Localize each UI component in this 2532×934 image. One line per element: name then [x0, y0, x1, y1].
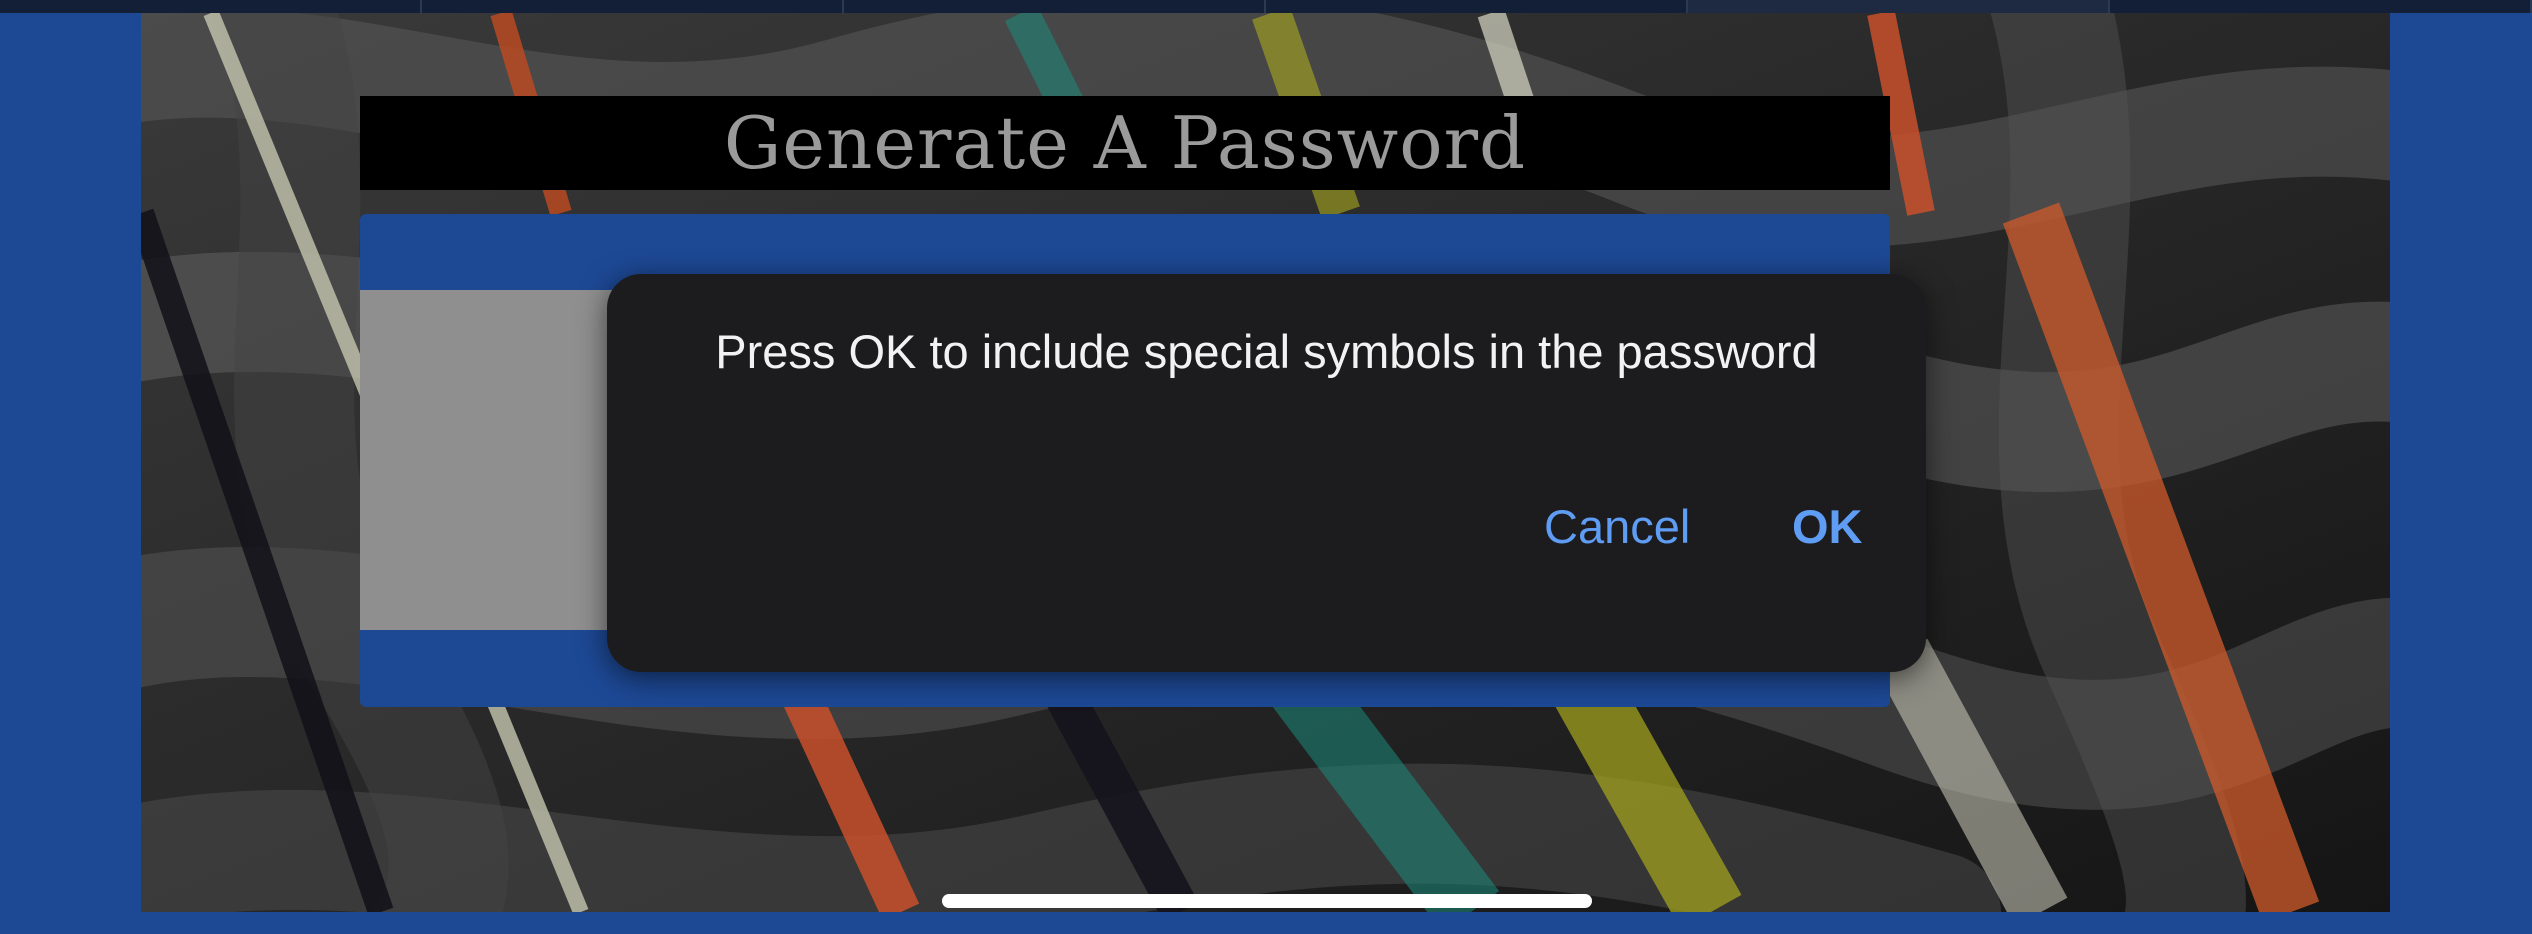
browser-tab-active[interactable] — [1688, 0, 2110, 13]
confirm-dialog: Press OK to include special symbols in t… — [607, 274, 1926, 672]
browser-tab[interactable] — [2110, 0, 2532, 13]
browser-tab-strip — [0, 0, 2532, 13]
browser-tab[interactable] — [1266, 0, 1688, 13]
browser-tab[interactable] — [844, 0, 1266, 13]
home-indicator[interactable] — [942, 894, 1592, 908]
browser-tab[interactable] — [422, 0, 844, 13]
ok-button[interactable]: OK — [1792, 499, 1863, 555]
page-title: Generate A Password — [360, 96, 1890, 190]
dialog-message: Press OK to include special symbols in t… — [715, 325, 1818, 378]
cancel-button[interactable]: Cancel — [1544, 499, 1690, 555]
browser-tab[interactable] — [0, 0, 422, 13]
